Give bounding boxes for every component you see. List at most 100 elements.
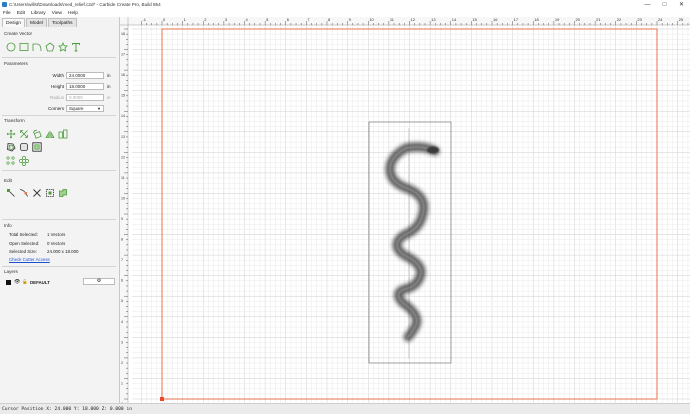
edit-tools (6, 188, 68, 198)
align-icon[interactable] (58, 129, 68, 139)
title-bar: C:\Users\willst\Downloads\med_relief.c2d… (0, 0, 690, 9)
origin-marker (160, 397, 164, 401)
total-selected-label: Total Selected: (9, 232, 38, 237)
boundary-icon[interactable] (32, 142, 42, 152)
ruler-x-label: 12 (411, 17, 416, 22)
status-bar: Cursor Position X: 24.000 Y: 18.000 Z: 0… (0, 403, 690, 414)
open-selected-label: Open Selected: (9, 241, 40, 246)
canvas-svg[interactable]: -1 0 1 2 3 4 5 6 7 8 9 10 11 12 13 14 15 16 17 18 19 20 21 22 23… (120, 17, 690, 403)
window-title: C:\Users\willst\Downloads\med_relief.c2d… (9, 2, 161, 7)
ruler-y-label: 14 (121, 114, 125, 118)
ruler-y-label: 10 (121, 196, 125, 200)
layer-settings-button[interactable]: ⚙ (83, 278, 115, 285)
rotate-icon[interactable] (32, 129, 42, 139)
circle-array-icon[interactable] (6, 156, 16, 166)
menu-help[interactable]: Help (68, 11, 78, 16)
layer-row[interactable]: 👁 🔓 DEFAULT ⚙ (6, 278, 116, 286)
ruler-x-label: 21 (596, 17, 601, 22)
ruler-y-label: 16 (121, 73, 125, 77)
join-icon[interactable] (45, 188, 55, 198)
ruler-x-label: 18 (534, 17, 539, 22)
gear-icon: ⚙ (96, 278, 102, 284)
polygon-icon[interactable] (45, 42, 55, 52)
cursor-position: Cursor Position X: 24.000 Y: 18.000 Z: 0… (2, 406, 132, 412)
lock-icon[interactable]: 🔓 (22, 279, 28, 285)
height-field[interactable]: 18.0000 (66, 82, 104, 90)
ruler-x-label: 25 (679, 17, 684, 22)
check-cutter-access-link[interactable]: Check Cutter Access (9, 257, 50, 262)
corners-value: Square (69, 105, 84, 111)
create-vector-title: Create Vector (4, 31, 33, 36)
ruler-y-label: 15 (121, 94, 125, 98)
menu-edit[interactable]: Edit (17, 11, 25, 16)
corners-row: Corners Square ▼ (0, 104, 118, 112)
scale-icon[interactable] (19, 129, 29, 139)
selected-size-row: Selected Size: 24.000 x 18.000 (9, 249, 79, 254)
tab-design[interactable]: Design (2, 18, 25, 27)
ruler-y-label: 6 (121, 279, 123, 283)
maximize-button[interactable]: □ (656, 0, 673, 9)
ruler-x-label: 20 (576, 17, 581, 22)
close-button[interactable]: ✕ (673, 0, 690, 9)
ruler-x-label: 23 (637, 17, 642, 22)
ruler-y-label: 17 (121, 53, 125, 57)
divider (2, 266, 116, 267)
ruler-x-label: 24 (658, 17, 663, 22)
width-field[interactable]: 24.0000 (66, 71, 104, 79)
design-canvas[interactable]: -1 0 1 2 3 4 5 6 7 8 9 10 11 12 13 14 15 16 17 18 19 20 21 22 23… (120, 17, 690, 403)
eye-icon[interactable]: 👁 (14, 279, 20, 285)
rectangle-icon[interactable] (19, 42, 29, 52)
transform-tools-row3 (6, 156, 29, 166)
tab-toolpaths[interactable]: Toolpaths (48, 18, 77, 27)
offset-icon[interactable] (6, 142, 16, 152)
curve-icon[interactable] (32, 42, 42, 52)
divider (2, 115, 116, 116)
corners-select[interactable]: Square ▼ (66, 104, 104, 112)
circle-icon[interactable] (6, 42, 16, 52)
trim-icon[interactable] (32, 188, 42, 198)
menu-file[interactable]: File (3, 11, 11, 16)
info-title: Info (4, 223, 12, 228)
ruler-y-label: 11 (121, 176, 125, 180)
fillet-icon[interactable] (19, 142, 29, 152)
ruler-y-label: 4 (121, 320, 123, 324)
radius-field[interactable]: 0.0000 (66, 93, 104, 101)
left-panel: Design Model Toolpaths Create Vector Par… (0, 17, 120, 414)
text-icon[interactable] (71, 42, 81, 52)
move-icon[interactable] (6, 129, 16, 139)
height-unit: in (107, 83, 111, 89)
mirror-icon[interactable] (45, 129, 55, 139)
app-icon (2, 2, 7, 7)
ruler-y-label: 5 (121, 299, 123, 303)
node-edit-icon[interactable] (6, 188, 16, 198)
divider (2, 170, 116, 171)
ruler-y-label: 13 (121, 135, 125, 139)
ruler-x-label: 19 (555, 17, 560, 22)
ruler-y-label: 3 (121, 340, 123, 344)
chevron-down-icon: ▼ (97, 105, 101, 111)
parameters-title: Parameters (4, 61, 28, 66)
star-icon[interactable] (58, 42, 68, 52)
layer-color-swatch[interactable] (6, 279, 11, 285)
menu-view[interactable]: View (52, 11, 62, 16)
ruler-y-label: 18 (121, 32, 125, 36)
ruler-x-label: 16 (493, 17, 498, 22)
transform-tools-row2 (6, 142, 42, 152)
ruler-y-label: 9 (121, 217, 123, 221)
menu-bar: File Edit Library View Help (0, 9, 690, 17)
tab-model[interactable]: Model (25, 18, 48, 27)
window-controls: — □ ✕ (639, 0, 690, 9)
weld-icon[interactable] (58, 188, 68, 198)
edit-title: Edit (4, 178, 12, 183)
ruler-x-label: 22 (617, 17, 622, 22)
flower-array-icon[interactable] (19, 156, 29, 166)
ruler-x-label: 17 (514, 17, 519, 22)
minimize-button[interactable]: — (639, 0, 656, 9)
ruler-x-label: 13 (431, 17, 436, 22)
bezier-icon[interactable] (19, 188, 29, 198)
ruler-y-label: 7 (121, 258, 123, 262)
ruler-x-label: 10 (369, 17, 374, 22)
ruler-y-label: 2 (121, 361, 123, 365)
corners-label: Corners (47, 105, 64, 111)
menu-library[interactable]: Library (31, 11, 46, 16)
